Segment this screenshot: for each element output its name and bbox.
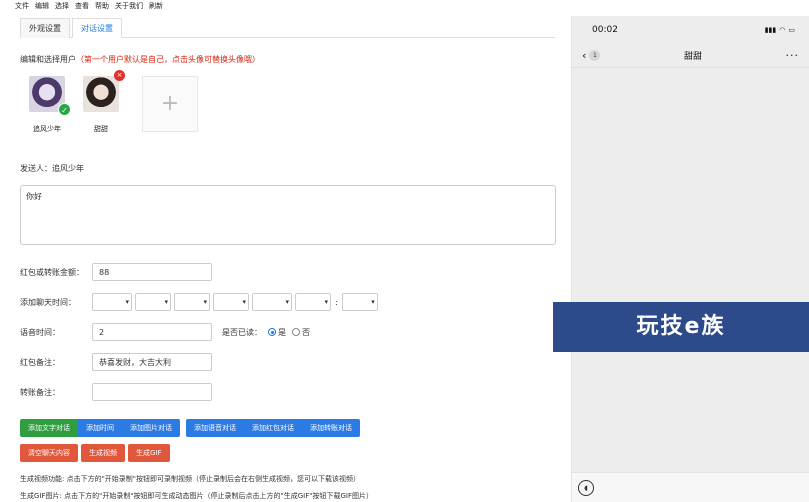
- menu-select[interactable]: 选择: [55, 1, 69, 11]
- close-icon[interactable]: ×: [114, 70, 125, 81]
- read-no-radio[interactable]: [292, 328, 300, 336]
- read-yes-label: 是: [278, 327, 286, 337]
- signal-icon: ▮▮▮: [764, 26, 777, 34]
- unread-count: 1: [589, 50, 601, 61]
- menu-bar: 文件 编辑 选择 查看 帮助 关于我们 刷新: [0, 0, 570, 12]
- chevron-left-icon: ‹: [582, 49, 587, 62]
- settings-tabs: 外观设置 对话设置: [20, 18, 555, 38]
- check-icon: ✓: [58, 103, 71, 116]
- button-group-media: 添加语音对话 添加红包对话 添加转账对话: [186, 419, 360, 437]
- user-list: ✓ 追风少年 × 甜甜 +: [22, 70, 222, 156]
- voice-time-row: 语音时间： 是否已读： 是 否: [20, 323, 310, 341]
- chevron-down-icon: ▾: [371, 298, 375, 306]
- user-name: 甜甜: [94, 125, 108, 133]
- weekday-select[interactable]: ▾: [213, 293, 249, 311]
- chat-nav: ‹ 1 甜甜 ···: [572, 44, 809, 68]
- wifi-icon: ◠: [779, 26, 786, 34]
- add-user-button[interactable]: +: [142, 76, 198, 132]
- chat-time-label: 添加聊天时间：: [20, 297, 76, 307]
- chevron-down-icon: ▾: [125, 298, 129, 306]
- chat-input-bar: ◖: [572, 472, 809, 502]
- add-time-button[interactable]: 添加时间: [78, 419, 122, 437]
- phone-preview: 00:02 ▮▮▮ ◠ ▭ ‹ 1 甜甜 ··· ◖: [571, 16, 809, 502]
- add-transfer-button[interactable]: 添加转账对话: [302, 419, 360, 437]
- menu-help[interactable]: 帮助: [95, 1, 109, 11]
- add-dialog-buttons: 添加文字对话 添加时间 添加图片对话 添加语音对话 添加红包对话 添加转账对话: [20, 419, 366, 437]
- message-input[interactable]: 你好: [20, 185, 556, 245]
- user-card-other[interactable]: × 甜甜: [76, 70, 126, 134]
- redpack-note-row: 红包备注：: [20, 353, 212, 371]
- voice-time-label: 语音时间：: [20, 327, 60, 337]
- menu-view[interactable]: 查看: [75, 1, 89, 11]
- ampm-select[interactable]: ▾: [252, 293, 292, 311]
- add-redpack-button[interactable]: 添加红包对话: [244, 419, 302, 437]
- read-no-label: 否: [302, 327, 310, 337]
- video-description: 生成视频功能: 点击下方的"开始录制"按钮即可录制视频（停止录制后会在右侧生成视…: [20, 475, 361, 483]
- amount-input[interactable]: [92, 263, 212, 281]
- menu-edit[interactable]: 编辑: [35, 1, 49, 11]
- hour-select[interactable]: ▾: [295, 293, 331, 311]
- chevron-down-icon: ▾: [164, 298, 168, 306]
- month-select[interactable]: ▾: [135, 293, 171, 311]
- read-yes-radio[interactable]: [268, 328, 276, 336]
- chat-title: 甜甜: [683, 52, 702, 62]
- status-icons: ▮▮▮ ◠ ▭: [765, 26, 795, 34]
- redpack-note-label: 红包备注：: [20, 357, 60, 367]
- amount-label: 红包或转账金额：: [20, 267, 84, 277]
- minute-select[interactable]: ▾: [341, 293, 378, 311]
- chevron-down-icon: ▾: [203, 298, 207, 306]
- menu-refresh[interactable]: 刷新: [149, 1, 163, 11]
- more-icon[interactable]: ···: [785, 49, 799, 62]
- avatar[interactable]: ×: [83, 70, 125, 112]
- day-select[interactable]: ▾: [174, 293, 210, 311]
- menu-about[interactable]: 关于我们: [115, 1, 143, 11]
- chevron-down-icon: ▾: [285, 298, 289, 306]
- transfer-note-input[interactable]: [92, 383, 212, 401]
- amount-row: 红包或转账金额：: [20, 263, 212, 281]
- generate-gif-button[interactable]: 生成GIF: [128, 444, 170, 462]
- generate-video-button[interactable]: 生成视频: [81, 444, 125, 462]
- back-button[interactable]: ‹ 1: [582, 49, 601, 62]
- read-label: 是否已读：: [222, 327, 262, 337]
- year-select[interactable]: ▾: [92, 293, 132, 311]
- user-name: 追风少年: [33, 125, 61, 133]
- user-hint-note: （第一个用户默认是自己，点击头像可替换头像哦）: [76, 55, 260, 64]
- add-voice-button[interactable]: 添加语音对话: [186, 419, 244, 437]
- action-buttons: 清空聊天内容 生成视频 生成GIF: [20, 444, 173, 462]
- add-text-button[interactable]: 添加文字对话: [20, 419, 78, 437]
- chevron-down-icon: ▾: [242, 298, 246, 306]
- battery-icon: ▭: [788, 26, 795, 34]
- transfer-note-label: 转账备注：: [20, 387, 60, 397]
- voice-time-input[interactable]: [92, 323, 212, 341]
- redpack-note-input[interactable]: [92, 353, 212, 371]
- menu-file[interactable]: 文件: [15, 1, 29, 11]
- gif-description: 生成GIF图片: 点击下方的"开始录制"按钮即可生成动态图片（停止录制后点击上方…: [20, 492, 374, 500]
- add-image-button[interactable]: 添加图片对话: [122, 419, 180, 437]
- button-group-basic: 添加文字对话 添加时间 添加图片对话: [20, 419, 180, 437]
- sender-label: 发送人：追风少年: [20, 164, 84, 173]
- status-bar: 00:02 ▮▮▮ ◠ ▭: [572, 16, 809, 44]
- clear-chat-button[interactable]: 清空聊天内容: [20, 444, 78, 462]
- user-hint-label: 编辑和选择用户: [20, 55, 76, 64]
- transfer-note-row: 转账备注：: [20, 383, 212, 401]
- user-hint: 编辑和选择用户（第一个用户默认是自己，点击头像可替换头像哦）: [20, 54, 260, 65]
- chat-time-row: 添加聊天时间： ▾ ▾ ▾ ▾ ▾ ▾ : ▾: [20, 293, 381, 311]
- watermark-logo: 玩技e族: [553, 302, 809, 352]
- user-card-self[interactable]: ✓ 追风少年: [22, 76, 72, 134]
- time-colon: :: [335, 297, 338, 307]
- tab-dialog[interactable]: 对话设置: [72, 18, 122, 38]
- tab-appearance[interactable]: 外观设置: [20, 18, 70, 38]
- status-time: 00:02: [592, 25, 618, 35]
- avatar[interactable]: ✓: [29, 76, 71, 116]
- chevron-down-icon: ▾: [324, 298, 328, 306]
- voice-icon[interactable]: ◖: [578, 480, 594, 496]
